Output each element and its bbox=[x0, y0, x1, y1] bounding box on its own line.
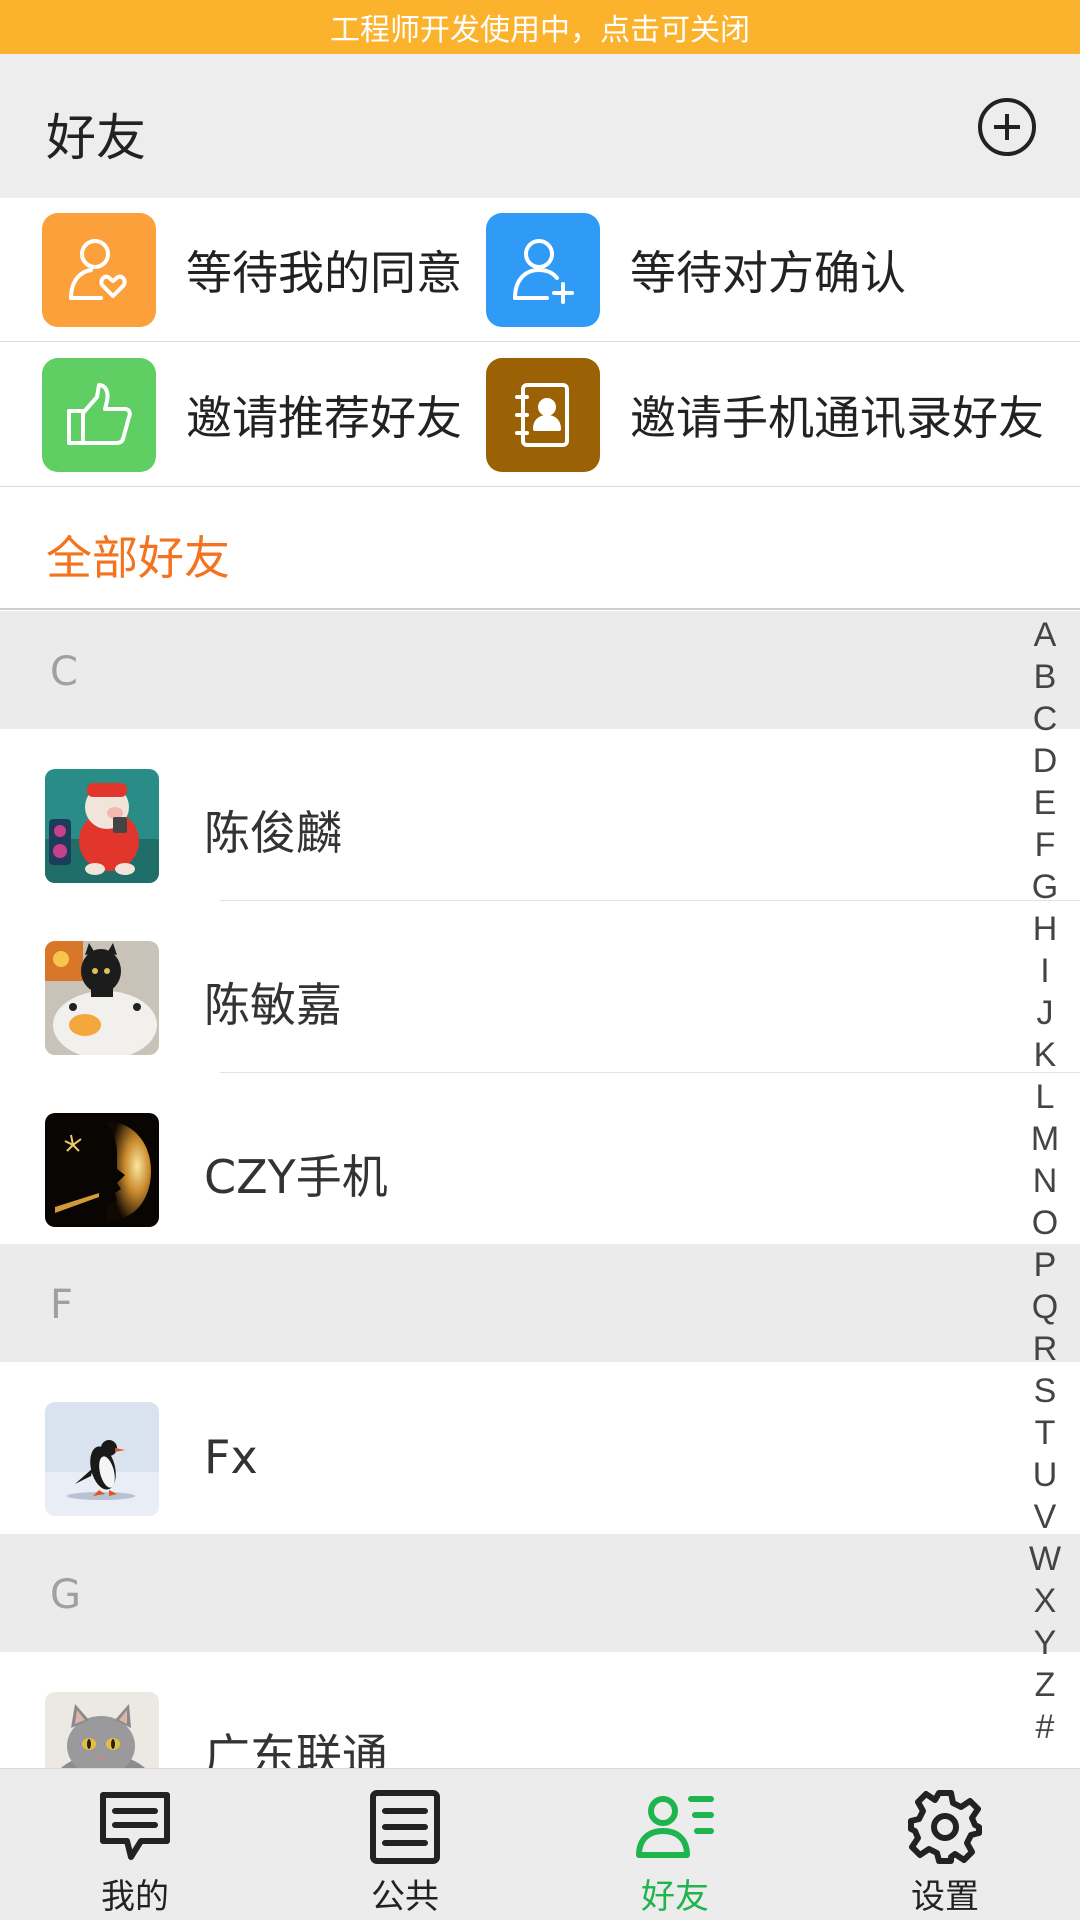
contact-name: 陈敏嘉 bbox=[204, 978, 342, 1032]
dev-mode-banner-text: 工程师开发使用中，点击可关闭 bbox=[330, 13, 750, 48]
chat-bubble-icon bbox=[95, 1787, 175, 1867]
friends-list-icon bbox=[635, 1787, 715, 1867]
tab-public[interactable]: 公共 bbox=[270, 1769, 540, 1920]
alpha-index-letter[interactable]: # bbox=[1036, 1706, 1055, 1748]
alpha-index-letter[interactable]: D bbox=[1033, 740, 1058, 782]
page-title: 好友 bbox=[46, 109, 146, 167]
golden-silhouette-avatar bbox=[45, 1113, 159, 1227]
section-header-c: C bbox=[0, 611, 1080, 729]
section-letter: G bbox=[50, 1572, 81, 1618]
alpha-index-letter[interactable]: W bbox=[1029, 1538, 1061, 1580]
alpha-index-letter[interactable]: K bbox=[1034, 1034, 1057, 1076]
alpha-index-letter[interactable]: T bbox=[1035, 1412, 1056, 1454]
penguin-avatar bbox=[45, 1402, 159, 1516]
alphabet-index[interactable]: A B C D E F G H I J K L M N O P Q R S T U V W X Y Z # bbox=[1024, 614, 1066, 1748]
tab-label: 公共 bbox=[371, 1877, 439, 1917]
contact-book-icon bbox=[486, 358, 600, 472]
red-pig-toy-avatar bbox=[45, 769, 159, 883]
alpha-index-letter[interactable]: A bbox=[1034, 614, 1057, 656]
pending-their-confirmation-label: 等待对方确认 bbox=[630, 246, 906, 300]
alpha-index-letter[interactable]: S bbox=[1034, 1370, 1057, 1412]
bottom-tab-bar: 我的 公共 好友 设置 bbox=[0, 1768, 1080, 1920]
section-letter: C bbox=[50, 649, 78, 695]
alpha-index-letter[interactable]: M bbox=[1031, 1118, 1059, 1160]
person-add-icon bbox=[486, 213, 600, 327]
contact-name: 陈俊麟 bbox=[204, 806, 342, 860]
action-row-2: 邀请推荐好友 邀请手机通讯录好友 bbox=[0, 343, 1080, 487]
section-header-g: G bbox=[0, 1534, 1080, 1652]
alpha-index-letter[interactable]: X bbox=[1034, 1580, 1057, 1622]
alpha-index-letter[interactable]: N bbox=[1033, 1160, 1058, 1202]
action-row-1: 等待我的同意 等待对方确认 bbox=[0, 198, 1080, 342]
gear-icon bbox=[905, 1787, 985, 1867]
list-document-icon bbox=[365, 1787, 445, 1867]
tab-settings[interactable]: 设置 bbox=[810, 1769, 1080, 1920]
contact-row[interactable]: Fx bbox=[0, 1362, 1080, 1534]
alpha-index-letter[interactable]: U bbox=[1033, 1454, 1058, 1496]
black-cat-pillow-avatar bbox=[45, 941, 159, 1055]
alpha-index-letter[interactable]: C bbox=[1033, 698, 1058, 740]
alpha-index-letter[interactable]: F bbox=[1035, 824, 1056, 866]
invite-recommended-friends-label: 邀请推荐好友 bbox=[186, 391, 462, 445]
tab-label: 好友 bbox=[641, 1877, 709, 1917]
alpha-index-letter[interactable]: V bbox=[1034, 1496, 1057, 1538]
alpha-index-letter[interactable]: H bbox=[1033, 908, 1058, 950]
tab-friends[interactable]: 好友 bbox=[540, 1769, 810, 1920]
person-heart-icon bbox=[42, 213, 156, 327]
alpha-index-letter[interactable]: Q bbox=[1032, 1286, 1058, 1328]
alpha-index-letter[interactable]: I bbox=[1040, 950, 1049, 992]
section-header-f: F bbox=[0, 1244, 1080, 1362]
all-friends-heading: 全部好友 bbox=[0, 488, 1080, 610]
invite-recommended-friends-button[interactable]: 邀请推荐好友 bbox=[42, 343, 462, 487]
alpha-index-letter[interactable]: Y bbox=[1034, 1622, 1057, 1664]
pending-their-confirmation-button[interactable]: 等待对方确认 bbox=[486, 198, 906, 342]
alpha-index-letter[interactable]: L bbox=[1036, 1076, 1055, 1118]
alpha-index-letter[interactable]: R bbox=[1033, 1328, 1058, 1370]
tab-mine[interactable]: 我的 bbox=[0, 1769, 270, 1920]
all-friends-label: 全部好友 bbox=[46, 531, 230, 585]
contact-row[interactable]: 陈敏嘉 bbox=[0, 901, 1080, 1073]
pending-my-approval-button[interactable]: 等待我的同意 bbox=[42, 198, 462, 342]
contact-name: Fx bbox=[204, 1430, 258, 1484]
contact-row[interactable]: CZY手机 bbox=[0, 1073, 1080, 1245]
invite-phone-contacts-label: 邀请手机通讯录好友 bbox=[630, 391, 1044, 445]
alpha-index-letter[interactable]: O bbox=[1032, 1202, 1058, 1244]
tab-label: 设置 bbox=[911, 1877, 979, 1917]
dev-mode-banner[interactable]: 工程师开发使用中，点击可关闭 bbox=[0, 0, 1080, 54]
page-header: 好友 bbox=[0, 54, 1080, 198]
contact-name: CZY手机 bbox=[204, 1150, 388, 1204]
alpha-index-letter[interactable]: P bbox=[1034, 1244, 1057, 1286]
alpha-index-letter[interactable]: B bbox=[1034, 656, 1057, 698]
contact-row[interactable]: 陈俊麟 bbox=[0, 729, 1080, 901]
invite-phone-contacts-button[interactable]: 邀请手机通讯录好友 bbox=[486, 343, 1044, 487]
section-letter: F bbox=[50, 1282, 74, 1328]
alpha-index-letter[interactable]: E bbox=[1034, 782, 1057, 824]
alpha-index-letter[interactable]: G bbox=[1032, 866, 1058, 908]
tab-label: 我的 bbox=[101, 1877, 169, 1917]
thumbs-up-icon bbox=[42, 358, 156, 472]
alpha-index-letter[interactable]: Z bbox=[1035, 1664, 1056, 1706]
add-friend-button[interactable] bbox=[978, 98, 1036, 156]
alpha-index-letter[interactable]: J bbox=[1037, 992, 1054, 1034]
pending-my-approval-label: 等待我的同意 bbox=[186, 246, 462, 300]
